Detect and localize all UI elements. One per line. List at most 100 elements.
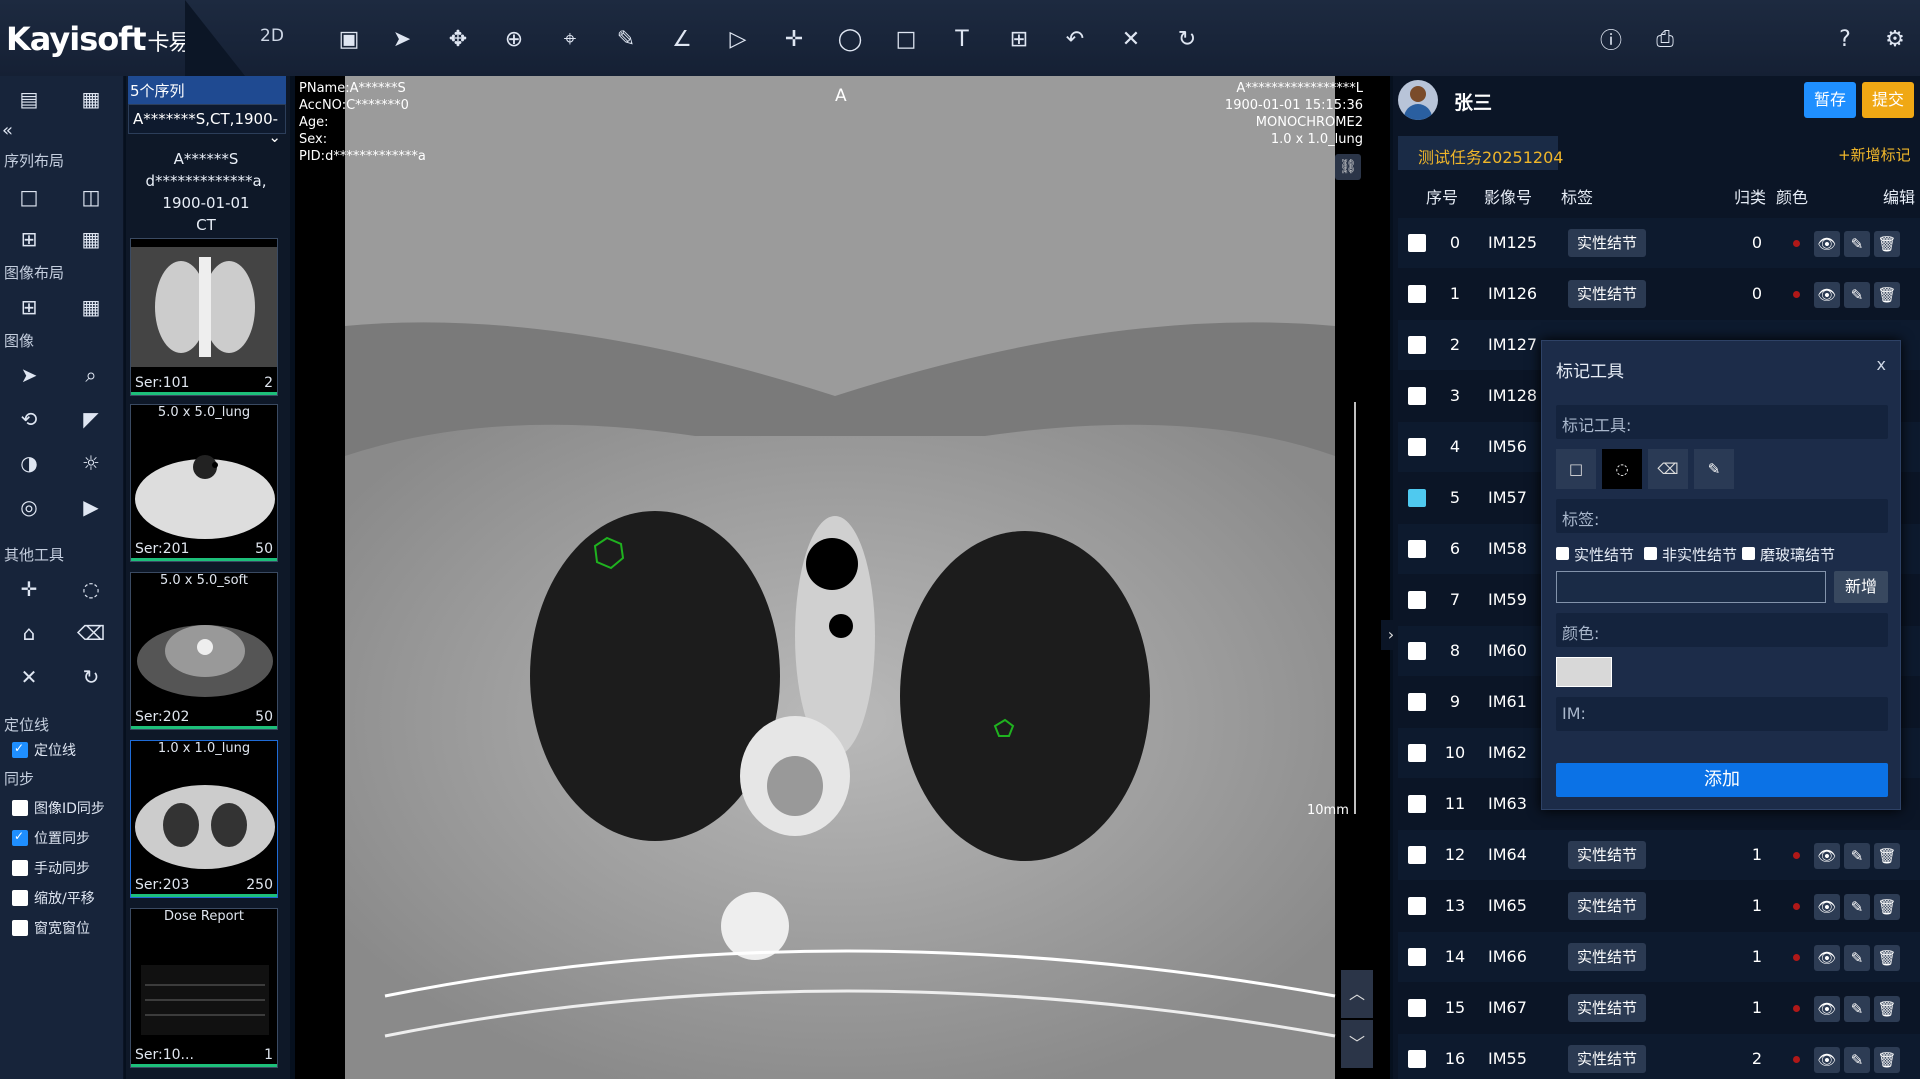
pointer-icon[interactable]: ➤ — [383, 20, 421, 58]
series-thumb-101[interactable]: Ser:101 2 — [130, 238, 278, 396]
target-icon[interactable]: ◎ — [12, 490, 46, 524]
img-layout-3x3-icon[interactable]: ▦ — [74, 290, 108, 324]
submit-button[interactable]: 提交 — [1862, 82, 1914, 118]
flip-icon[interactable]: ◤ — [74, 402, 108, 436]
row-tag[interactable]: 实性结节 — [1568, 1045, 1646, 1073]
row-tag[interactable]: 实性结节 — [1568, 229, 1646, 257]
save-icon[interactable]: ⎙ — [1646, 20, 1684, 58]
new-tag-input[interactable] — [1556, 571, 1826, 603]
eye-icon[interactable]: 👁 — [1814, 1047, 1840, 1073]
trash-icon[interactable]: 🗑 — [1874, 1047, 1900, 1073]
layout-1x1-icon[interactable]: □ — [12, 180, 46, 214]
task-tab[interactable]: 测试任务20251204 — [1398, 136, 1563, 170]
table-row[interactable]: 13 IM65 实性结节 1 👁 ✎ 🗑 — [1398, 881, 1920, 931]
eraser-tool-icon[interactable]: ⌫ — [1648, 449, 1688, 489]
zoom-icon[interactable]: ⊕ — [495, 20, 533, 58]
series-select[interactable]: A*******S,CT,1900- ⌄ — [128, 104, 286, 146]
list-icon[interactable]: ▤ — [12, 82, 46, 116]
rect-icon[interactable]: □ — [887, 20, 925, 58]
trash-icon[interactable]: 🗑 — [1874, 843, 1900, 869]
edit-icon[interactable]: ✎ — [1844, 894, 1870, 920]
ruler-icon[interactable]: ✎ — [607, 20, 645, 58]
sync-checkbox[interactable] — [12, 920, 28, 936]
clear-icon[interactable]: ✕ — [12, 660, 46, 694]
trash-icon[interactable]: 🗑 — [1874, 894, 1900, 920]
row-checkbox[interactable] — [1408, 897, 1426, 915]
help-icon[interactable]: ? — [1826, 20, 1864, 58]
series-thumb-203[interactable]: 1.0 x 1.0_lung Ser:203 250 — [130, 740, 278, 898]
row-checkbox[interactable] — [1408, 489, 1426, 507]
edit-icon[interactable]: ✎ — [1844, 945, 1870, 971]
close-icon[interactable]: x — [1877, 355, 1886, 374]
info-icon[interactable]: ⓘ — [1592, 20, 1630, 58]
row-checkbox[interactable] — [1408, 1050, 1426, 1068]
edit-icon[interactable]: ✎ — [1844, 231, 1870, 257]
row-tag[interactable]: 实性结节 — [1568, 943, 1646, 971]
table-row[interactable]: 15 IM67 实性结节 1 👁 ✎ 🗑 — [1398, 983, 1920, 1033]
gear-icon[interactable]: ⚙ — [1876, 20, 1914, 58]
pan-icon[interactable]: ✥ — [439, 20, 477, 58]
color-swatch[interactable] — [1556, 657, 1612, 687]
save-draft-button[interactable]: 暂存 — [1804, 82, 1856, 118]
row-checkbox[interactable] — [1408, 285, 1426, 303]
row-checkbox[interactable] — [1408, 795, 1426, 813]
row-tag[interactable]: 实性结节 — [1568, 841, 1646, 869]
undo-icon[interactable]: ↶ — [1056, 20, 1094, 58]
edit-icon[interactable]: ✎ — [1844, 996, 1870, 1022]
row-checkbox[interactable] — [1408, 540, 1426, 558]
play-icon[interactable]: ▷ — [719, 20, 757, 58]
layout-3x3-icon[interactable]: ▦ — [74, 222, 108, 256]
plus-icon[interactable]: ✛ — [775, 20, 813, 58]
table-row[interactable]: 1 IM126 实性结节 0 👁 ✎ 🗑 — [1398, 269, 1920, 319]
eye-icon[interactable]: 👁 — [1814, 282, 1840, 308]
x-icon[interactable]: ✕ — [1112, 20, 1150, 58]
row-checkbox[interactable] — [1408, 999, 1426, 1017]
table-row[interactable]: 12 IM64 实性结节 1 👁 ✎ 🗑 — [1398, 830, 1920, 880]
reset-icon[interactable]: ↻ — [1168, 20, 1206, 58]
row-checkbox[interactable] — [1408, 846, 1426, 864]
cine-play-icon[interactable]: ▶ — [74, 490, 108, 524]
crosshair-icon[interactable]: ⌖ — [551, 20, 589, 58]
table-row[interactable]: 16 IM55 实性结节 2 👁 ✎ 🗑 — [1398, 1034, 1920, 1079]
tag-option-checkbox[interactable] — [1556, 547, 1569, 560]
scroll-down-icon[interactable]: ﹀ — [1341, 1020, 1373, 1068]
table-row[interactable]: 0 IM125 实性结节 0 👁 ✎ 🗑 — [1398, 218, 1920, 268]
magnifier-icon[interactable]: ⌕ — [74, 358, 108, 392]
row-tag[interactable]: 实性结节 — [1568, 994, 1646, 1022]
measure-icon[interactable]: ⊞ — [1000, 20, 1038, 58]
link-icon[interactable]: ⛓ — [1335, 154, 1361, 180]
mode-2d-button[interactable]: 2D — [260, 26, 284, 46]
tag-option-checkbox[interactable] — [1742, 547, 1755, 560]
trash-icon[interactable]: 🗑 — [1874, 945, 1900, 971]
row-checkbox[interactable] — [1408, 948, 1426, 966]
rotate-icon[interactable]: ⟲ — [12, 402, 46, 436]
sync-checkbox[interactable] — [12, 890, 28, 906]
image-viewport[interactable]: PName:A******S AccNO:C*******0 Age: Sex:… — [295, 76, 1390, 1079]
eye-icon[interactable]: 👁 — [1814, 894, 1840, 920]
ellipse-icon[interactable]: ◯ — [831, 20, 869, 58]
layout-icon[interactable]: ▣ — [330, 20, 368, 58]
sync-checkbox[interactable] — [12, 829, 28, 846]
table-row[interactable]: 14 IM66 实性结节 1 👁 ✎ 🗑 — [1398, 932, 1920, 982]
layout-1x2-icon[interactable]: ◫ — [74, 180, 108, 214]
row-checkbox[interactable] — [1408, 642, 1426, 660]
lasso-tool-icon[interactable]: ◌ — [1602, 449, 1642, 489]
series-thumb-202[interactable]: 5.0 x 5.0_soft Ser:202 50 — [130, 572, 278, 730]
row-checkbox[interactable] — [1408, 693, 1426, 711]
eye-icon[interactable]: 👁 — [1814, 231, 1840, 257]
text-icon[interactable]: T — [943, 20, 981, 58]
row-tag[interactable]: 实性结节 — [1568, 280, 1646, 308]
add-button[interactable]: 添加 — [1556, 763, 1888, 797]
collapse-icon[interactable]: « — [2, 120, 13, 141]
series-thumb-201[interactable]: 5.0 x 5.0_lung Ser:201 50 — [130, 404, 278, 562]
edit-icon[interactable]: ✎ — [1844, 843, 1870, 869]
trash-icon[interactable]: 🗑 — [1874, 282, 1900, 308]
row-checkbox[interactable] — [1408, 744, 1426, 762]
eraser-icon[interactable]: ⌫ — [74, 616, 108, 650]
brush-tool-icon[interactable]: ✎ — [1694, 449, 1734, 489]
row-checkbox[interactable] — [1408, 591, 1426, 609]
edit-icon[interactable]: ✎ — [1844, 282, 1870, 308]
select-icon[interactable]: ➤ — [12, 358, 46, 392]
sync-checkbox[interactable] — [12, 800, 28, 816]
eye-icon[interactable]: 👁 — [1814, 843, 1840, 869]
